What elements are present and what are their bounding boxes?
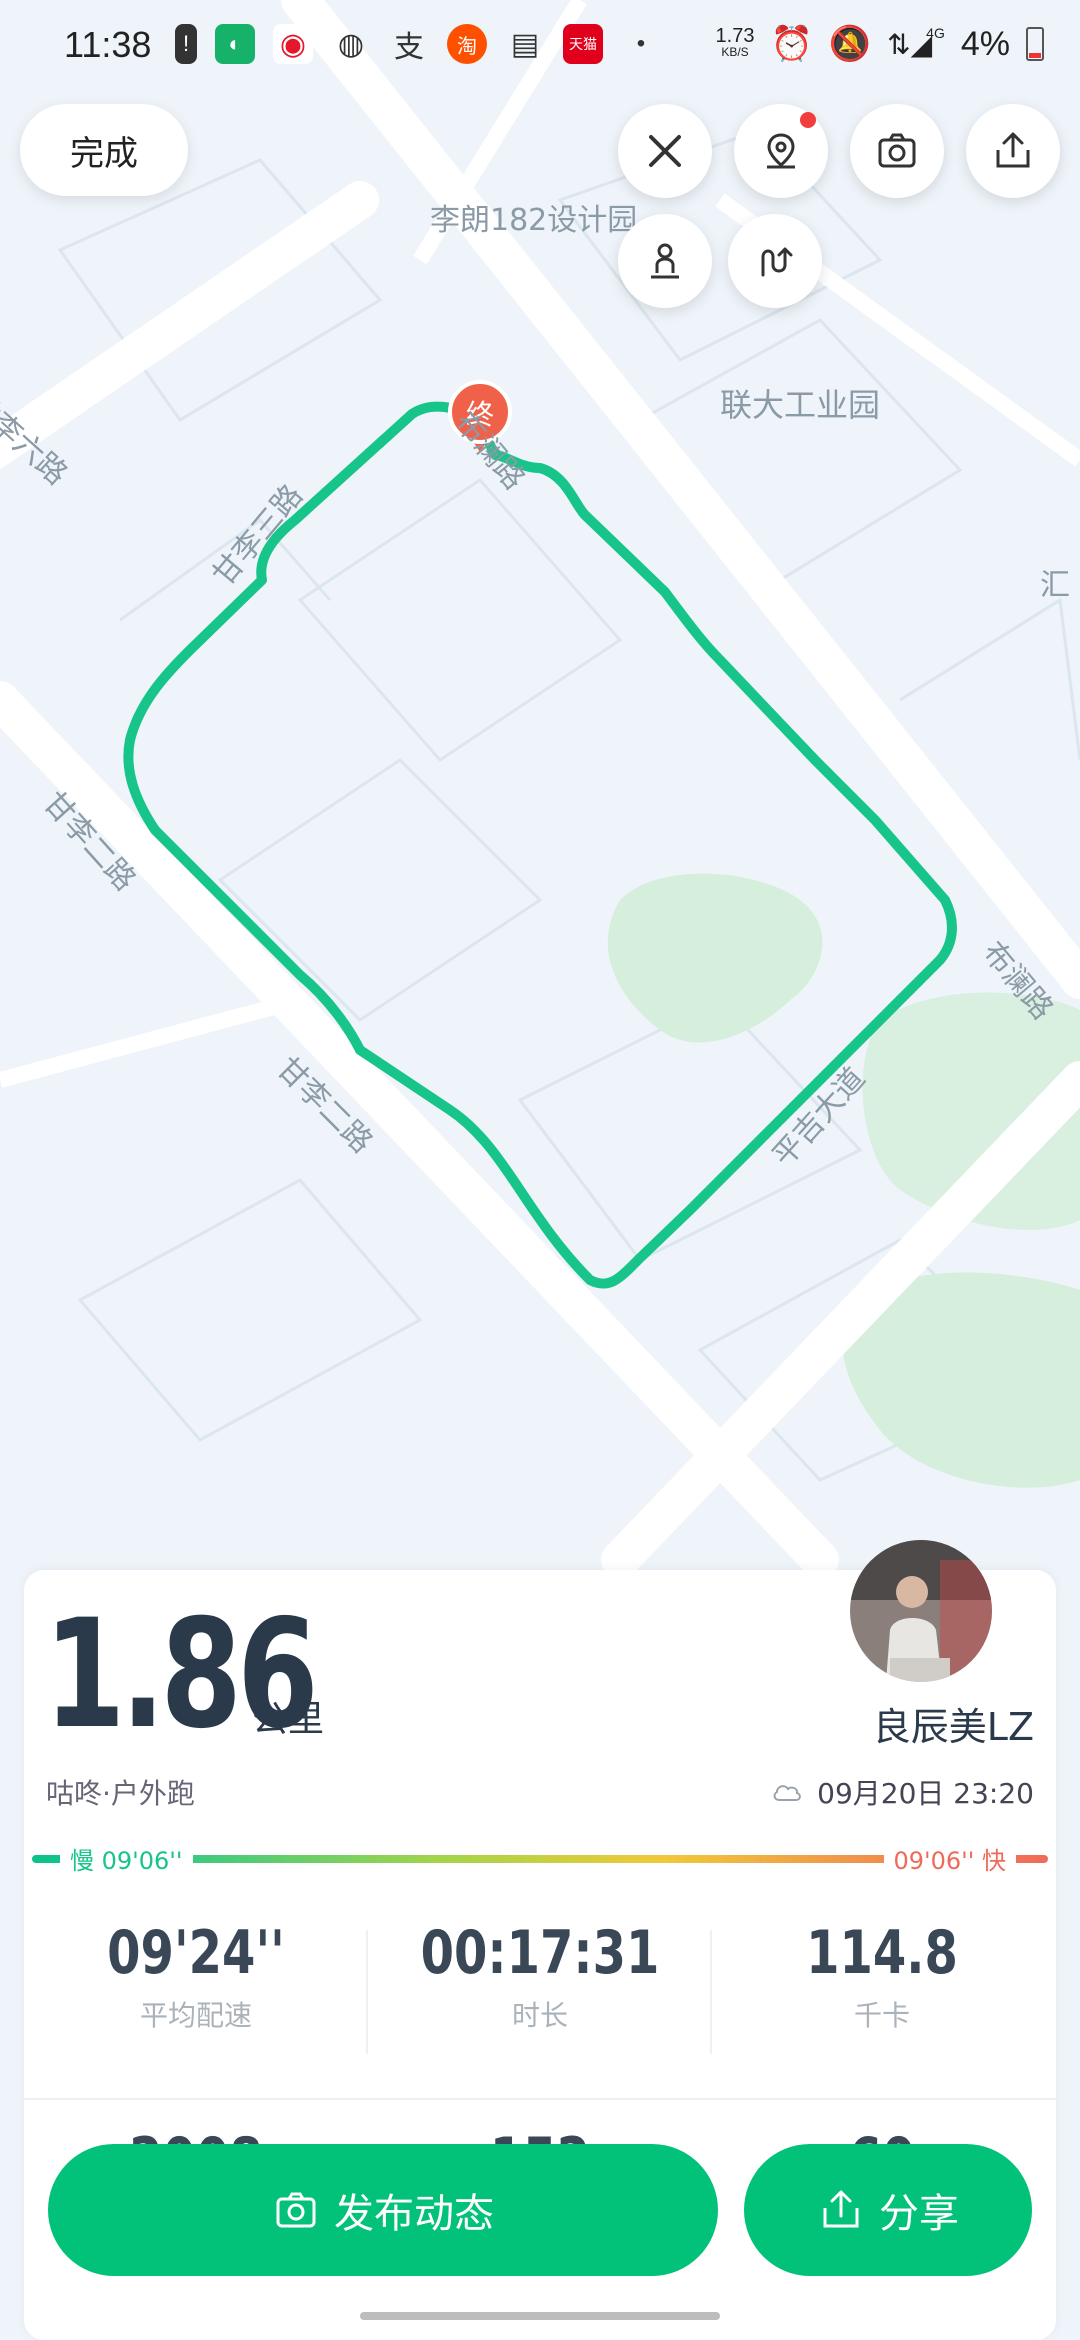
weibo-icon: ◉ <box>273 24 313 64</box>
stat-value: 00:17:31 <box>420 1918 660 1988</box>
stat-label: 平均配速 <box>139 1999 252 2032</box>
notification-icons: ! ◐ ◉ ◍ 支 淘 ▤ 天猫 • <box>175 24 661 64</box>
avatar-mode-button[interactable] <box>618 214 712 308</box>
share-button[interactable]: 分享 <box>744 2144 1032 2276</box>
cloud-icon <box>773 1785 802 1801</box>
pace-fast-label: 09'06'' 快 <box>883 1840 1016 1876</box>
alipay-icon: 支 <box>394 31 424 64</box>
mute-icon: 🔕 <box>828 25 872 63</box>
pace-slow-label: 慢 09'06'' <box>60 1840 193 1876</box>
map-label-design-park: 李朗182设计园 <box>430 203 638 238</box>
stat-duration: 00:17:31 时长 <box>390 1918 690 2034</box>
stat-label: 时长 <box>511 1999 568 2032</box>
upload-icon <box>996 132 1030 168</box>
stat-value: 09'24'' <box>107 1918 285 1988</box>
camera-icon <box>878 133 916 168</box>
stat-label: 千卡 <box>853 1999 910 2032</box>
divider <box>366 1930 368 2054</box>
more-dot-icon: • <box>636 30 646 57</box>
alarm-icon: ⏰ <box>770 25 813 63</box>
net-speed: 1.73 KB/S <box>715 25 755 59</box>
person-pin-icon <box>651 243 679 279</box>
done-button[interactable]: 完成 <box>20 104 188 196</box>
share-label: 分享 <box>879 2191 959 2237</box>
export-button[interactable] <box>966 104 1060 198</box>
track-replay-button[interactable] <box>728 214 822 308</box>
avatar[interactable] <box>850 1540 992 1682</box>
stat-calories: 114.8 千卡 <box>732 1918 1032 2034</box>
notification-dot <box>800 112 816 128</box>
location-pin-icon <box>767 133 795 169</box>
battery-icon <box>1026 27 1044 61</box>
share-icon <box>823 2190 859 2228</box>
wechat-icon: ◍ <box>337 27 365 61</box>
status-time: 11:38 <box>64 24 152 65</box>
close-icon <box>649 135 681 167</box>
taobao-icon: 淘 <box>447 24 487 64</box>
camera-icon <box>276 2192 316 2228</box>
map-label-liantai: 联大工业园 <box>720 386 881 424</box>
distance-unit: 公里 <box>252 1699 325 1740</box>
divider <box>710 1930 712 2054</box>
sport-type: 咕咚·户外跑 <box>46 1777 195 1810</box>
stat-value: 114.8 <box>806 1918 958 1988</box>
publish-label: 发布动态 <box>334 2191 494 2237</box>
battery-level: 4% <box>960 24 1010 63</box>
location-button[interactable] <box>734 104 828 198</box>
stat-avg-pace: 09'24'' 平均配速 <box>46 1918 346 2034</box>
document-icon: ▤ <box>510 27 540 61</box>
user-name: 良辰美LZ <box>872 1705 1034 1749</box>
publish-post-button[interactable]: 发布动态 <box>48 2144 718 2276</box>
map-label-hui: 汇 <box>1040 568 1070 603</box>
app-green-icon: ◐ <box>215 24 255 64</box>
route-replay-icon <box>761 247 793 277</box>
camera-button[interactable] <box>850 104 944 198</box>
pace-gradient-bar: 慢 09'06'' 09'06'' 快 <box>32 1840 1048 1876</box>
divider <box>24 2098 1056 2100</box>
status-bar: 11:38 ! ◐ ◉ ◍ 支 淘 ▤ 天猫 • 1.73 KB/S ⏰ 🔕 ⇅… <box>0 0 1080 100</box>
alert-icon: ! <box>175 24 197 64</box>
status-right: 1.73 KB/S ⏰ 🔕 ⇅◢ 4G 4% <box>716 24 1044 64</box>
home-indicator[interactable] <box>360 2312 720 2320</box>
close-button[interactable] <box>618 104 712 198</box>
network-type: 4G <box>926 25 945 41</box>
activity-datetime: 09月20日 23:20 <box>771 1772 1034 1812</box>
tmall-icon: 天猫 <box>563 24 603 64</box>
